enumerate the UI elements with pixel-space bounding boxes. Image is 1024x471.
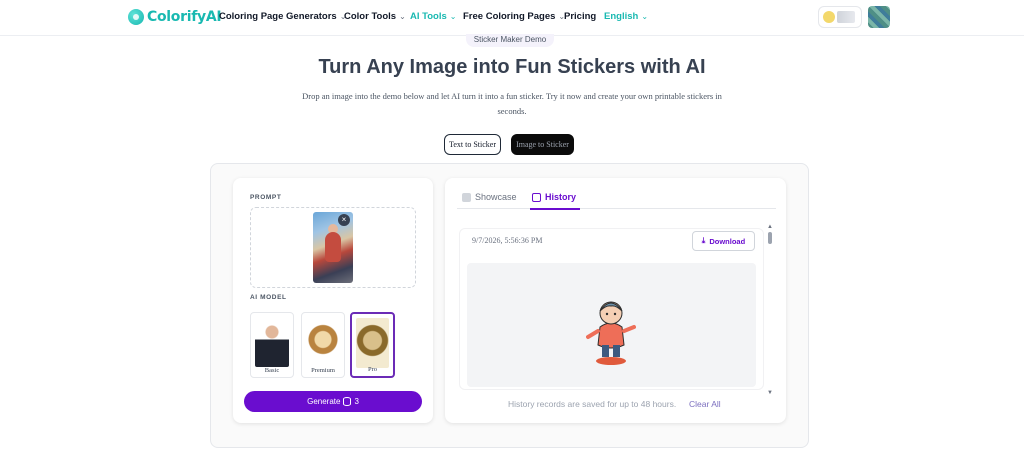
nav-item-color-tools[interactable]: Color Tools ⌄ [344, 11, 406, 22]
logo-icon [128, 9, 144, 25]
history-icon [532, 192, 541, 202]
nav-item-free-coloring-pages[interactable]: Free Coloring Pages ⌄ [463, 11, 565, 22]
model-option-premium[interactable]: Premium [301, 312, 345, 378]
text-to-sticker-button[interactable]: Text to Sticker [444, 134, 501, 155]
page-subtitle: Drop an image into the demo below and le… [302, 91, 722, 116]
chevron-down-icon: ⌄ [449, 12, 457, 21]
prompt-label: PROMPT [250, 194, 282, 201]
avatar[interactable] [868, 6, 890, 28]
sticker-eye-left [605, 312, 609, 316]
model-name: Premium [311, 367, 335, 374]
download-button[interactable]: ⤓ Download [692, 231, 755, 251]
ai-model-label: AI MODEL [250, 294, 287, 301]
nav-item-pricing[interactable]: Pricing [564, 11, 596, 22]
model-option-pro[interactable]: Pro [350, 312, 395, 378]
tab-label: Showcase [475, 192, 517, 202]
scroll-thumb[interactable] [768, 232, 772, 244]
history-retention-note: History records are saved for up to 48 h… [508, 399, 677, 409]
history-scrollbar[interactable]: ▲ ▼ [767, 224, 773, 396]
page-title: Turn Any Image into Fun Stickers with AI [318, 56, 706, 78]
sticker-leg-left [602, 345, 609, 357]
scroll-up-icon[interactable]: ▲ [767, 224, 773, 230]
model-name: Basic [264, 367, 280, 374]
nav-item-label: Coloring Page Generators [219, 11, 337, 22]
mode-switcher: Text to Sticker Image to Sticker [444, 134, 574, 155]
sticker-arm-right [622, 325, 636, 333]
logo-text: ColorifyAI [147, 9, 222, 25]
record-timestamp: 9/7/2026, 5:56:36 PM [472, 236, 543, 245]
generate-label: Generate [307, 397, 341, 406]
logo[interactable]: ColorifyAI [128, 7, 222, 27]
model-option-basic[interactable]: Basic [250, 312, 294, 378]
tab-label: History [545, 192, 577, 202]
model-preview-image [306, 317, 340, 367]
language-label: English [604, 11, 639, 22]
chevron-down-icon: ⌄ [641, 12, 649, 21]
nav-item-ai-tools[interactable]: AI Tools ⌄ [410, 11, 456, 22]
tab-showcase[interactable]: Showcase [462, 192, 517, 202]
skateboard [596, 357, 626, 365]
nav-item-label: Color Tools [344, 11, 397, 22]
model-preview-image [356, 318, 389, 368]
sticker-body [597, 322, 625, 349]
nav-item-coloring-page-generators[interactable]: Coloring Page Generators ⌄ [219, 11, 346, 22]
sticker-leg-right [613, 345, 620, 357]
clear-all-link[interactable]: Clear All [689, 399, 721, 409]
showcase-icon [462, 192, 471, 202]
language-selector[interactable]: English ⌄ [604, 11, 648, 22]
remove-image-button[interactable]: × [338, 214, 350, 226]
tab-history[interactable]: History [529, 192, 581, 210]
image-to-sticker-button[interactable]: Image to Sticker [511, 134, 574, 155]
credits-badge[interactable] [818, 6, 862, 28]
demo-badge: Sticker Maker Demo [466, 34, 554, 47]
chevron-down-icon: ⌄ [399, 12, 406, 21]
download-icon: ⤓ [701, 236, 706, 245]
download-label: Download [709, 236, 746, 246]
model-name: Pro [367, 366, 378, 373]
generate-button[interactable]: Generate 3 [244, 391, 422, 412]
generate-cost: 3 [354, 397, 359, 406]
nav-item-label: AI Tools [410, 11, 447, 22]
credits-count-redacted [837, 11, 855, 23]
generated-sticker-image[interactable] [586, 297, 636, 367]
results-tabs: Showcase History [457, 188, 776, 210]
model-preview-image [255, 317, 289, 367]
nav-user-area [818, 6, 890, 28]
coin-icon [823, 11, 835, 23]
credits-icon [343, 397, 352, 406]
nav-item-label: Pricing [564, 11, 597, 22]
sticker-eye-right [613, 312, 617, 316]
top-navbar: ColorifyAI Coloring Page Generators ⌄ Co… [0, 0, 1024, 36]
scroll-down-icon[interactable]: ▼ [767, 390, 773, 396]
sticker-arm-left [586, 329, 600, 339]
nav-item-label: Free Coloring Pages [463, 11, 556, 22]
photo-person-body [325, 232, 341, 262]
